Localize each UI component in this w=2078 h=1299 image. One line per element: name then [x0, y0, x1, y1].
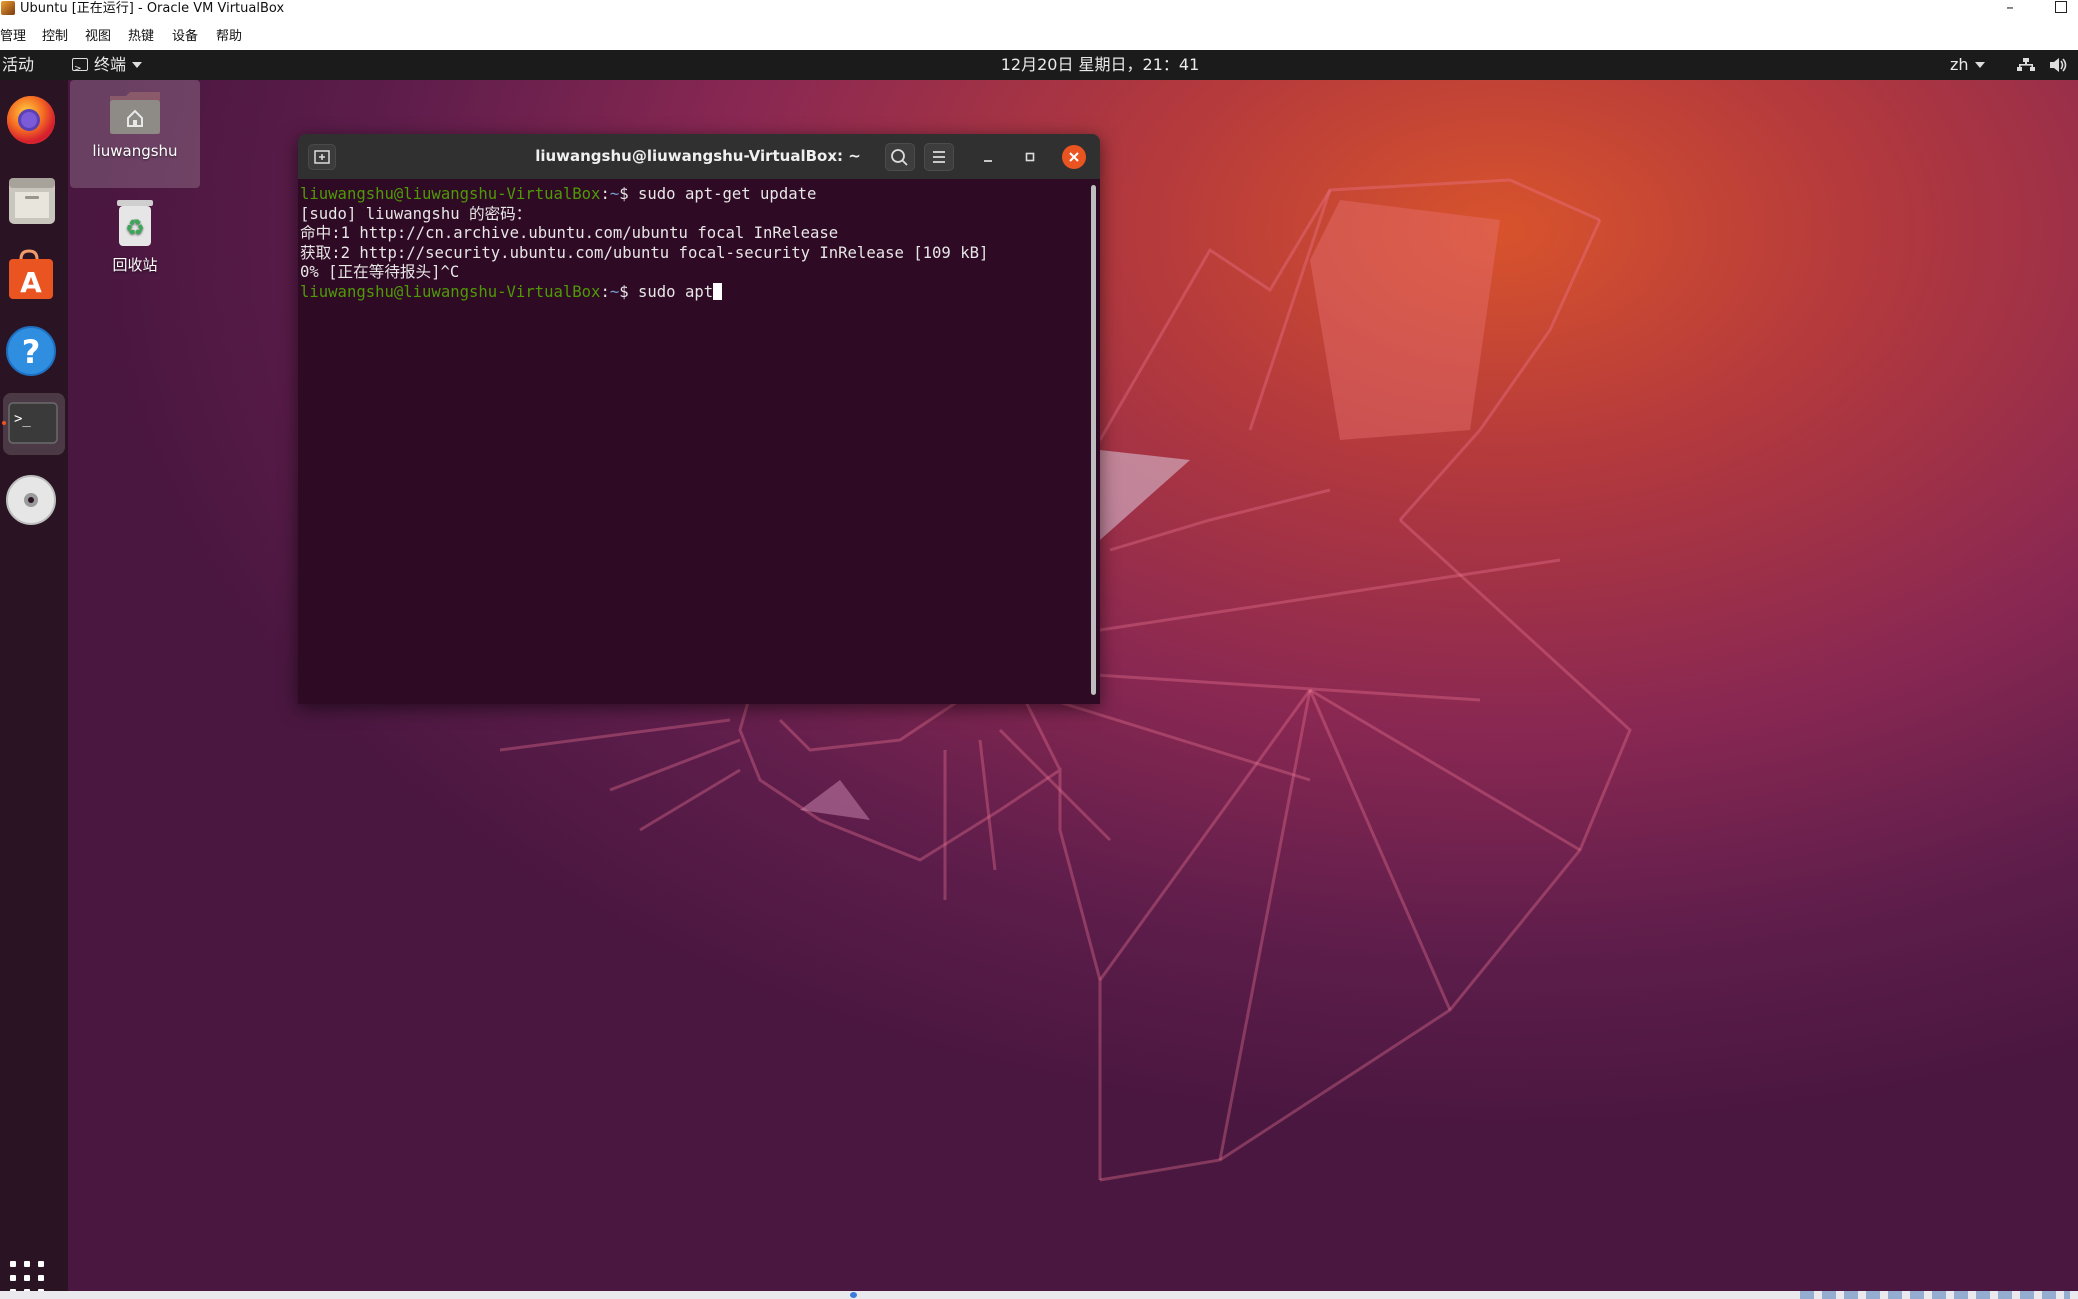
desktop-icon-home[interactable]: liuwangshu	[70, 80, 200, 188]
terminal-title: liuwangshu@liuwangshu-VirtualBox: ~	[535, 147, 861, 165]
home-folder-icon	[110, 92, 160, 134]
terminal-line: liuwangshu@liuwangshu-VirtualBox:~$ sudo…	[300, 185, 816, 204]
dock-item-software[interactable]: A	[3, 245, 65, 307]
terminal-headerbar[interactable]: liuwangshu@liuwangshu-VirtualBox: ~	[298, 134, 1100, 179]
command-text: sudo apt-get update	[638, 185, 817, 203]
terminal-line: 获取:2 http://security.ubuntu.com/ubuntu f…	[300, 244, 989, 262]
software-icon: A	[9, 249, 53, 299]
guest-screen[interactable]: 活动 终端 12月20日 星期日，21：41 zh	[0, 50, 2078, 1291]
app-menu-label: 终端	[94, 55, 127, 74]
terminal-output[interactable]: liuwangshu@liuwangshu-VirtualBox:~$ sudo…	[298, 179, 1100, 704]
status-indicator-icon	[850, 1292, 857, 1298]
new-tab-button[interactable]	[308, 144, 336, 170]
menu-help[interactable]: 帮助	[216, 17, 242, 50]
terminal-icon: >_	[8, 402, 58, 444]
dock-item-firefox[interactable]	[3, 90, 65, 152]
app-menu-terminal[interactable]: 终端	[72, 50, 143, 84]
new-tab-icon	[314, 150, 330, 164]
minimize-button[interactable]	[976, 145, 1000, 169]
virtualbox-statusbar	[0, 1291, 2078, 1299]
svg-text:>_: >_	[14, 411, 31, 427]
firefox-icon	[7, 96, 55, 144]
dock: A ? >_	[0, 80, 68, 1291]
activities-button[interactable]: 活动	[2, 50, 34, 80]
terminal-line: [sudo] liuwangshu 的密码：	[300, 205, 532, 223]
chevron-down-icon	[132, 62, 143, 68]
input-language-menu[interactable]: zh	[1950, 50, 1985, 80]
prompt-dollar: $	[619, 283, 638, 301]
volume-icon[interactable]	[2050, 57, 2068, 73]
files-icon	[9, 178, 55, 224]
menu-control[interactable]: 控制	[42, 17, 68, 50]
help-icon: ?	[6, 326, 56, 376]
menu-devices[interactable]: 设备	[172, 17, 198, 50]
desktop-icon-label: 回收站	[112, 256, 158, 274]
menu-hotkeys[interactable]: 热键	[128, 17, 154, 50]
hamburger-menu-icon	[933, 151, 945, 163]
close-icon	[1069, 152, 1079, 162]
running-indicator	[2, 421, 6, 425]
prompt-path: ~	[609, 185, 620, 203]
search-button[interactable]	[885, 143, 915, 171]
prompt-user: liuwangshu@liuwangshu-VirtualBox	[300, 185, 601, 203]
scrollbar[interactable]	[1091, 185, 1096, 695]
terminal-small-icon	[72, 54, 88, 84]
virtualbox-titlebar: Ubuntu [正在运行] - Oracle VM VirtualBox –	[0, 0, 2078, 17]
menu-button[interactable]	[924, 143, 954, 171]
dock-item-terminal[interactable]: >_	[3, 393, 65, 455]
desktop-icon-label: liuwangshu	[92, 142, 178, 160]
prompt-separator: :	[600, 185, 610, 203]
menu-view[interactable]: 视图	[85, 17, 111, 50]
command-input[interactable]: sudo apt	[638, 283, 713, 301]
disc-icon	[6, 475, 56, 525]
status-bar-icons[interactable]	[1800, 1291, 2070, 1299]
text-cursor	[713, 283, 723, 300]
prompt-path: ~	[609, 283, 620, 301]
terminal-line: liuwangshu@liuwangshu-VirtualBox:~$ sudo…	[300, 283, 723, 302]
network-icon[interactable]	[2017, 58, 2035, 72]
terminal-line: 0% [正在等待报头]^C	[300, 263, 460, 281]
apps-grid-icon[interactable]	[10, 1261, 46, 1291]
dock-item-files[interactable]	[3, 170, 65, 232]
desktop-icon-trash[interactable]: ♻ 回收站	[70, 196, 200, 275]
maximize-button[interactable]	[1018, 145, 1042, 169]
search-icon	[891, 149, 908, 166]
dock-item-help[interactable]: ?	[3, 320, 65, 382]
chevron-down-icon	[1974, 62, 1985, 68]
maximize-icon	[1025, 152, 1035, 162]
terminal-window[interactable]: liuwangshu@liuwangshu-VirtualBox: ~ liuw…	[298, 134, 1100, 704]
language-label: zh	[1950, 55, 1969, 74]
terminal-line: 命中:1 http://cn.archive.ubuntu.com/ubuntu…	[300, 224, 839, 242]
svg-text:?: ?	[22, 333, 41, 371]
svg-text:♻: ♻	[125, 216, 145, 241]
prompt-user: liuwangshu@liuwangshu-VirtualBox	[300, 283, 601, 301]
virtualbox-menubar: 管理 控制 视图 热键 设备 帮助	[0, 17, 2078, 50]
svg-text:A: A	[20, 266, 42, 299]
trash-icon: ♻	[117, 200, 153, 246]
minimize-icon	[984, 160, 992, 162]
prompt-dollar: $	[619, 185, 638, 203]
maximize-window-button[interactable]	[2055, 1, 2067, 13]
prompt-separator: :	[600, 283, 610, 301]
ubuntu-top-bar: 活动 终端 12月20日 星期日，21：41 zh	[0, 50, 2078, 84]
clock[interactable]: 12月20日 星期日，21：41	[1000, 50, 1200, 80]
window-title: Ubuntu [正在运行] - Oracle VM VirtualBox	[20, 1, 285, 16]
dock-item-disc[interactable]	[3, 470, 65, 532]
close-button[interactable]	[1062, 145, 1086, 169]
virtualbox-app-icon	[1, 1, 15, 15]
menu-manage[interactable]: 管理	[0, 17, 26, 50]
minimize-window-button[interactable]: –	[2002, 0, 2018, 16]
